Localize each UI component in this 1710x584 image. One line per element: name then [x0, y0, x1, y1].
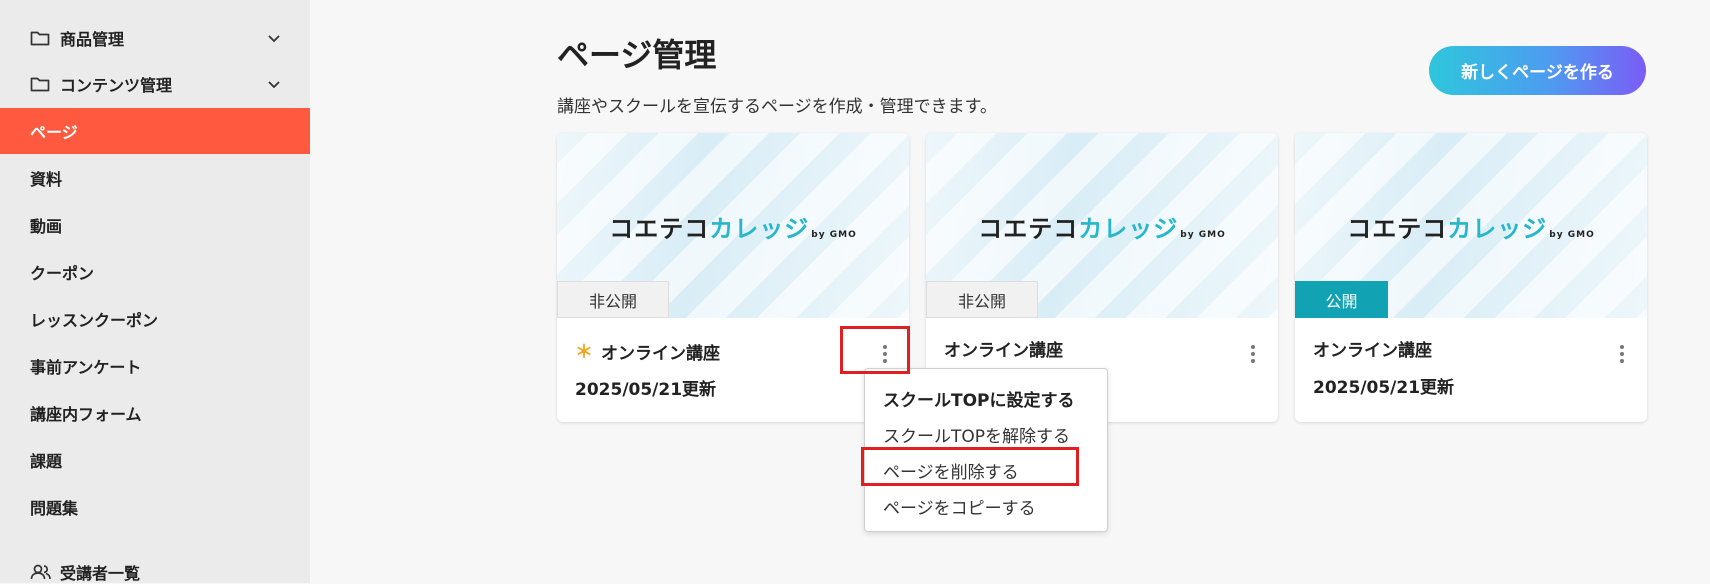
sidebar-item-lesson-coupons[interactable]: レッスンクーポン: [0, 296, 310, 342]
more-vertical-icon[interactable]: [1243, 340, 1263, 368]
menu-item-unset-school-top[interactable]: スクールTOPを解除する: [883, 422, 1070, 447]
sidebar-item-coupons[interactable]: クーポン: [0, 249, 310, 295]
sidebar-item-page[interactable]: ページ: [0, 108, 310, 154]
sidebar-group-product[interactable]: 商品管理: [30, 26, 282, 50]
page-card[interactable]: コエテコカレッジ by GMO 公開 オンライン講座 2025/05/21更新: [1295, 133, 1647, 422]
menu-item-set-school-top[interactable]: スクールTOPに設定する: [883, 386, 1075, 411]
card-logo: コエテコカレッジ by GMO: [609, 215, 857, 243]
status-badge: 公開: [1295, 281, 1388, 318]
sidebar-group-content[interactable]: コンテンツ管理: [30, 72, 282, 96]
sidebar-item-assignments[interactable]: 課題: [0, 437, 310, 483]
status-badge: 非公開: [557, 281, 669, 318]
chevron-down-icon[interactable]: [266, 30, 282, 46]
sidebar-item-videos[interactable]: 動画: [0, 202, 310, 248]
card-title-text: オンライン講座: [601, 343, 720, 364]
card-context-menu: スクールTOPに設定する スクールTOPを解除する ページを削除する ページをコ…: [864, 368, 1108, 532]
status-badge: 非公開: [926, 281, 1038, 318]
folder-icon: [30, 29, 50, 47]
sidebar-item-question-sets[interactable]: 問題集: [0, 484, 310, 530]
card-logo: コエテコカレッジ by GMO: [978, 215, 1226, 243]
chevron-down-icon[interactable]: [266, 76, 282, 92]
sidebar-group-label: 商品管理: [60, 30, 125, 49]
folder-icon: [30, 75, 50, 93]
users-icon: [30, 563, 52, 581]
sidebar-item-course-forms[interactable]: 講座内フォーム: [0, 390, 310, 436]
sidebar-item-label: 受講者一覧: [60, 564, 141, 583]
menu-item-delete-page[interactable]: ページを削除する: [883, 458, 1019, 483]
card-title: オンライン講座: [1313, 336, 1432, 361]
more-vertical-icon[interactable]: [875, 340, 895, 368]
sidebar: 商品管理 コンテンツ管理 ページ 資料 動画 クーポン レッスンクーポン 事前ア…: [0, 0, 310, 583]
sidebar-item-materials[interactable]: 資料: [0, 155, 310, 201]
new-page-button[interactable]: 新しくページを作る: [1429, 46, 1646, 95]
card-title: ＊ オンライン講座: [575, 338, 720, 364]
card-title: オンライン講座: [944, 336, 1063, 361]
sidebar-item-pre-survey[interactable]: 事前アンケート: [0, 343, 310, 389]
more-vertical-icon[interactable]: [1612, 340, 1632, 368]
card-date: 2025/05/21更新: [575, 380, 717, 400]
page-description: 講座やスクールを宣伝するページを作成・管理できます。: [557, 97, 997, 117]
sidebar-item-students[interactable]: 受講者一覧: [30, 560, 140, 584]
page-title: ページ管理: [557, 36, 717, 74]
sidebar-group-label: コンテンツ管理: [60, 76, 173, 95]
card-logo: コエテコカレッジ by GMO: [1347, 215, 1595, 243]
card-title-text: オンライン講座: [944, 341, 1063, 361]
menu-item-copy-page[interactable]: ページをコピーする: [883, 494, 1036, 519]
page-card[interactable]: コエテコカレッジ by GMO 非公開 ＊ オンライン講座 2025/05/21更…: [557, 133, 909, 422]
card-date: 2025/05/21更新: [1313, 378, 1455, 398]
card-title-text: オンライン講座: [1313, 341, 1432, 361]
star-icon: ＊: [575, 342, 593, 363]
